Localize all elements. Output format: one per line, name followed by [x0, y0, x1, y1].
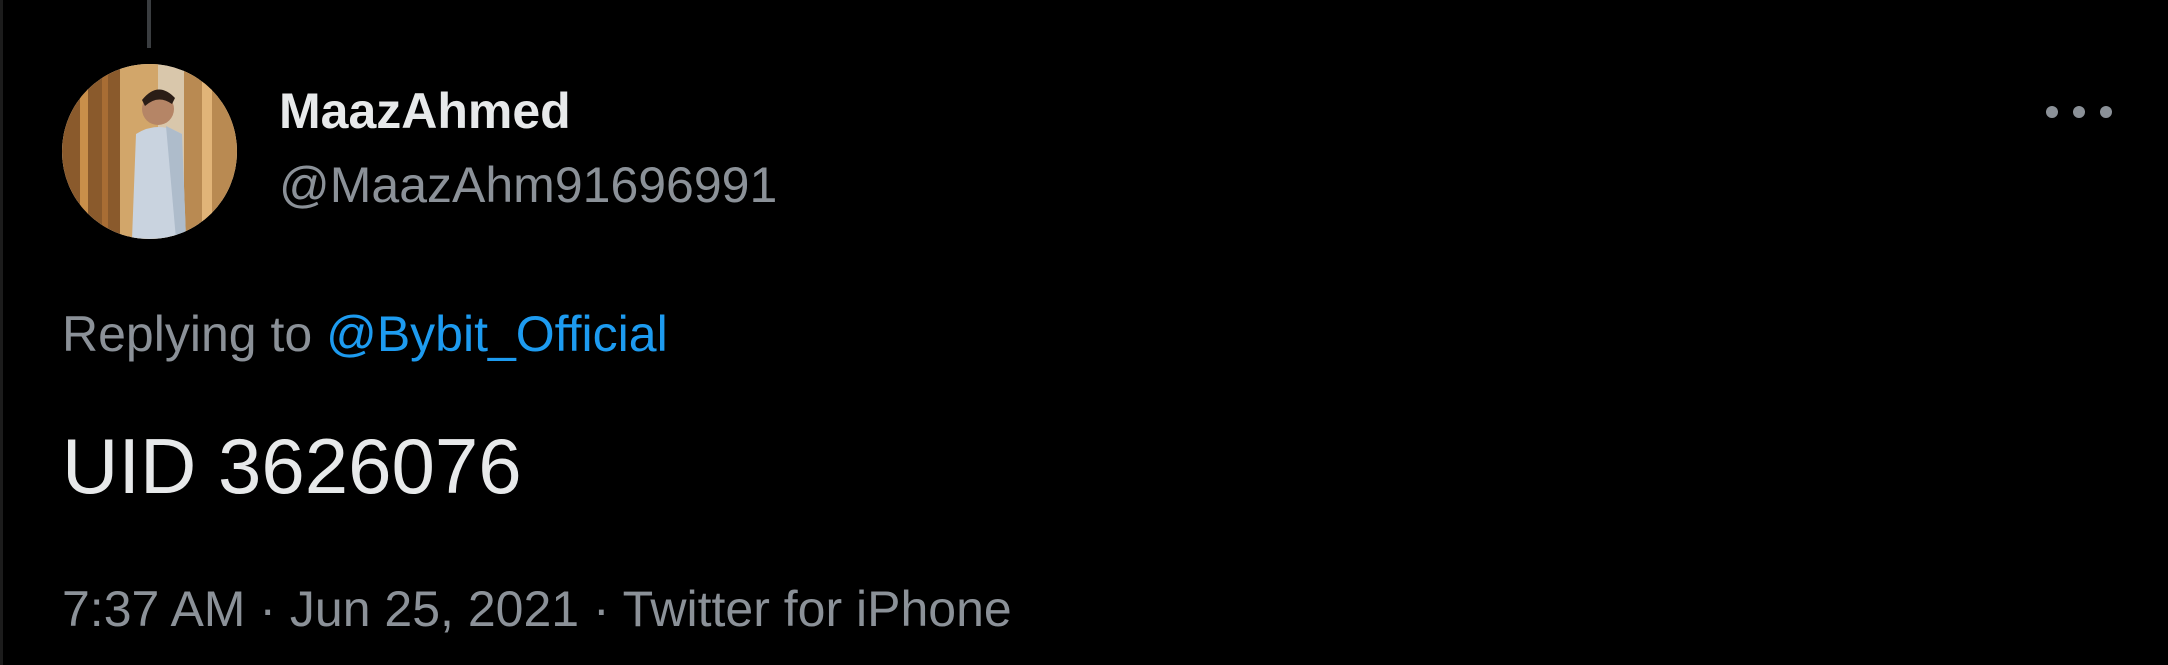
- replying-to-handle-link[interactable]: @Bybit_Official: [326, 306, 668, 362]
- more-options-button[interactable]: [2046, 92, 2112, 132]
- avatar[interactable]: [62, 64, 237, 239]
- more-horizontal-icon-dot: [2073, 106, 2085, 118]
- thread-connector-line: [147, 0, 151, 48]
- tweet-metadata: 7:37 AM · Jun 25, 2021 · Twitter for iPh…: [62, 578, 1012, 640]
- author-handle[interactable]: @MaazAhm91696991: [279, 154, 777, 216]
- tweet-time-link[interactable]: 7:37 AM: [62, 581, 245, 637]
- meta-separator: ·: [592, 581, 610, 637]
- meta-separator: ·: [259, 581, 277, 637]
- replying-to-label: Replying to: [62, 306, 313, 362]
- column-border: [0, 0, 3, 665]
- more-horizontal-icon: [2046, 106, 2058, 118]
- tweet-detail: MaazAhmed @MaazAhm91696991 Replying to @…: [0, 0, 2168, 665]
- replying-to-line: Replying to @Bybit_Official: [62, 303, 668, 365]
- tweet-text: UID 3626076: [62, 422, 522, 510]
- avatar-photo: [62, 64, 237, 239]
- more-horizontal-icon-dot: [2100, 106, 2112, 118]
- tweet-source-link[interactable]: Twitter for iPhone: [623, 581, 1012, 637]
- tweet-date-link[interactable]: Jun 25, 2021: [290, 581, 579, 637]
- author-display-name[interactable]: MaazAhmed: [279, 80, 571, 142]
